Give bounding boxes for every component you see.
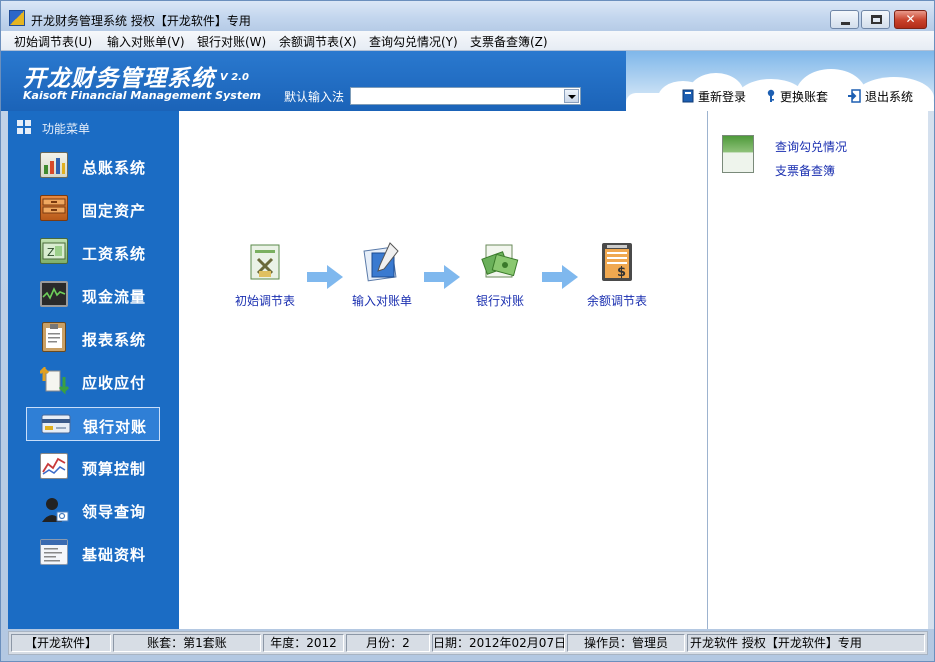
- app-icon: [9, 10, 25, 26]
- arrow-right-icon: [424, 265, 460, 289]
- ime-label: 默认输入法: [284, 90, 345, 104]
- document-icon: [40, 539, 68, 565]
- exit-icon: [847, 89, 861, 106]
- exit-label: 退出系统: [865, 90, 914, 104]
- status-month: 月份：2: [346, 634, 430, 652]
- ledger-icon: [40, 152, 68, 178]
- flow-step-input-statement[interactable]: 输入对账单: [342, 241, 422, 309]
- flow-step-label: 输入对账单: [351, 294, 412, 308]
- maximize-icon: [871, 15, 882, 24]
- flow-step-bank-reconcile[interactable]: 银行对账: [460, 241, 540, 309]
- monitor-icon: [40, 281, 68, 307]
- flow-step-label: 初始调节表: [234, 294, 295, 308]
- logo-version: V 2.0: [220, 72, 249, 83]
- sidebar-item-label: 报表系统: [82, 331, 147, 349]
- window-title: 开龙财务管理系统 授权【开龙软件】专用: [31, 14, 251, 28]
- status-company: 【开龙软件】: [11, 634, 111, 652]
- relogin-button[interactable]: 重新登录: [682, 88, 746, 106]
- arrow-right-icon: [542, 265, 578, 289]
- grid-menu-icon: [17, 120, 31, 134]
- sidebar: 功能菜单 总账系统 固定资产 Z 工资系统 现金流量 报表系统 应收应付 银行对…: [8, 111, 179, 629]
- sidebar-item-ledger[interactable]: 总账系统: [26, 149, 160, 183]
- input-statement-icon: [362, 241, 402, 283]
- right-edge: [928, 111, 934, 629]
- svg-text:Z: Z: [47, 246, 55, 259]
- menu-balance-table[interactable]: 余额调节表(X): [279, 33, 357, 50]
- sidebar-item-budget[interactable]: 预算控制: [26, 450, 160, 484]
- menu-input-statement[interactable]: 输入对账单(V): [107, 33, 185, 50]
- bank-reconcile-icon: [480, 241, 520, 283]
- status-operator: 操作员：管理员: [567, 634, 685, 652]
- initial-table-icon: [245, 241, 285, 283]
- flow-step-initial-table[interactable]: 初始调节表: [225, 241, 305, 309]
- sidebar-item-label: 工资系统: [82, 245, 147, 263]
- sidebar-item-label: 固定资产: [82, 202, 147, 220]
- sidebar-header: 功能菜单: [8, 111, 179, 141]
- close-button[interactable]: ✕: [894, 10, 927, 29]
- status-year: 年度：2012: [263, 634, 344, 652]
- link-query-check[interactable]: 查询勾兑情况: [775, 138, 847, 155]
- logo-subtitle: Kaisoft Financial Management System: [23, 89, 261, 102]
- relogin-label: 重新登录: [698, 90, 747, 104]
- menu-initial-table[interactable]: 初始调节表(U): [14, 33, 92, 50]
- balance-table-icon: $: [597, 241, 637, 283]
- flow-step-balance-table[interactable]: $ 余额调节表: [577, 241, 657, 309]
- sidebar-item-label: 应收应付: [82, 374, 147, 392]
- ime-select[interactable]: [350, 87, 581, 105]
- bank-card-icon: [41, 412, 71, 438]
- title-bar[interactable]: 开龙财务管理系统 授权【开龙软件】专用 ✕: [1, 1, 934, 31]
- spreadsheet-icon: [722, 135, 754, 173]
- sidebar-item-fixed-assets[interactable]: 固定资产: [26, 192, 160, 226]
- sidebar-title: 功能菜单: [42, 122, 91, 136]
- sidebar-item-wages[interactable]: Z 工资系统: [26, 235, 160, 269]
- menu-check-book[interactable]: 支票备查簿(Z): [470, 33, 548, 50]
- sidebar-item-label: 领导查询: [82, 503, 147, 521]
- exit-button[interactable]: 退出系统: [847, 88, 913, 106]
- key-icon: [766, 89, 776, 106]
- app-window: 开龙财务管理系统 授权【开龙软件】专用 ✕ 初始调节表(U) 输入对账单(V) …: [0, 0, 935, 662]
- sidebar-item-basic-data[interactable]: 基础资料: [26, 536, 160, 570]
- close-icon: ✕: [905, 12, 916, 26]
- drawer-icon: [40, 195, 68, 221]
- flow-step-label: 余额调节表: [586, 294, 647, 308]
- status-date: 日期：2012年02月07日: [432, 634, 565, 652]
- minimize-icon: [841, 22, 850, 25]
- sidebar-item-leader-query[interactable]: 领导查询: [26, 493, 160, 527]
- status-license: 开龙软件 授权【开龙软件】专用: [687, 634, 925, 652]
- transfer-icon: [38, 365, 70, 395]
- sidebar-item-receivable-payable[interactable]: 应收应付: [26, 364, 160, 398]
- sidebar-item-bank-reconcile[interactable]: 银行对账: [26, 407, 160, 441]
- relogin-icon: [682, 89, 694, 106]
- status-bar: 【开龙软件】 账套：第1套账 年度：2012 月份：2 日期：2012年02月0…: [8, 631, 928, 655]
- svg-text:$: $: [617, 265, 626, 280]
- menu-bar: 初始调节表(U) 输入对账单(V) 银行对账(W) 余额调节表(X) 查询勾兑情…: [1, 31, 934, 51]
- sidebar-item-label: 银行对账: [83, 418, 148, 436]
- dropdown-arrow-icon[interactable]: [564, 89, 579, 103]
- link-check-book[interactable]: 支票备查簿: [775, 162, 835, 179]
- sidebar-item-label: 现金流量: [82, 288, 147, 306]
- wage-icon: Z: [40, 238, 68, 264]
- logo-title: 开龙财务管理系统: [23, 66, 215, 92]
- status-account-set: 账套：第1套账: [113, 634, 261, 652]
- switch-account-label: 更换账套: [780, 90, 829, 104]
- switch-account-button[interactable]: 更换账套: [766, 88, 828, 106]
- workspace: 初始调节表 输入对账单 银行对账 $ 余额调节表: [179, 111, 707, 629]
- sidebar-item-reports[interactable]: 报表系统: [26, 321, 160, 355]
- flow-step-label: 银行对账: [475, 294, 524, 308]
- minimize-button[interactable]: [830, 10, 859, 29]
- chart-icon: [40, 453, 68, 479]
- clipboard-icon: [42, 322, 66, 352]
- arrow-right-icon: [307, 265, 343, 289]
- sidebar-item-cashflow[interactable]: 现金流量: [26, 278, 160, 312]
- sidebar-item-label: 基础资料: [82, 546, 147, 564]
- menu-bank-reconcile[interactable]: 银行对账(W): [197, 33, 266, 50]
- sidebar-item-label: 总账系统: [82, 159, 147, 177]
- menu-query-check[interactable]: 查询勾兑情况(Y): [369, 33, 458, 50]
- leader-icon: [40, 496, 69, 522]
- quick-links-panel: 查询勾兑情况 支票备查簿: [707, 111, 928, 629]
- maximize-button[interactable]: [861, 10, 890, 29]
- sidebar-item-label: 预算控制: [82, 460, 147, 478]
